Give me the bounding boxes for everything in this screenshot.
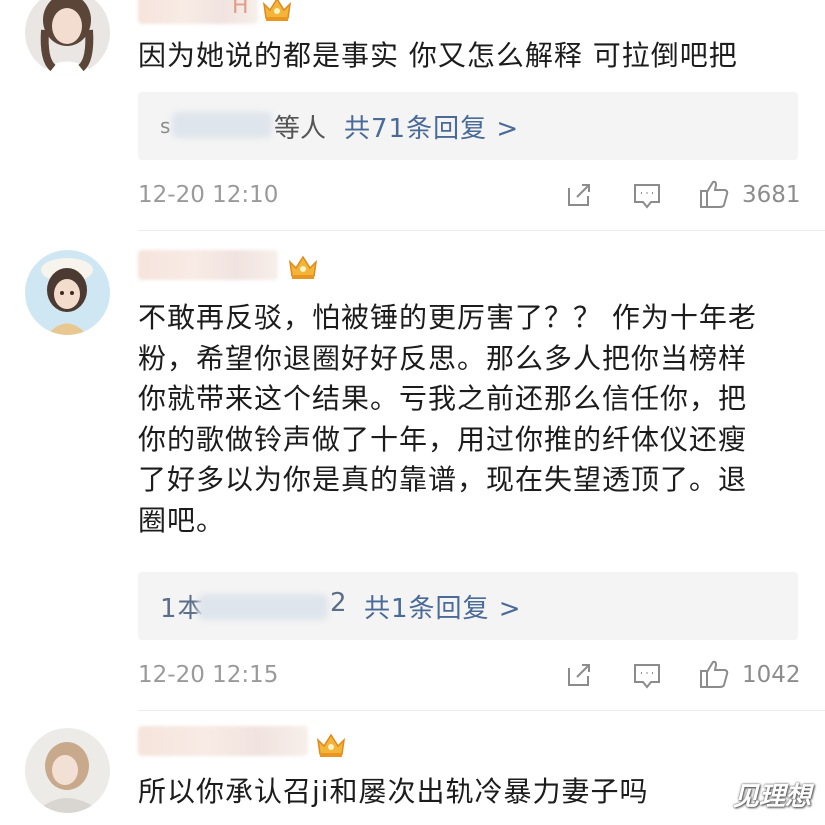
reply-user-suffix[interactable]: 2 [330, 588, 348, 618]
like-count: 3681 [742, 182, 801, 208]
reply-count-link[interactable]: 共71条回复 > [344, 108, 519, 145]
reply-count-link[interactable]: 共1条回复 > [364, 588, 522, 625]
comment-text-line: 圈吧。 [138, 503, 226, 537]
username-blurred[interactable] [138, 726, 308, 756]
comment-text: 所以你承认召ji和屡次出轨冷暴力妻子吗 [138, 775, 649, 808]
vip-crown-icon [316, 732, 346, 758]
comment-text: 因为她说的都是事实 你又怎么解释 可拉倒吧把 [138, 39, 738, 72]
thumbs-up-icon[interactable] [698, 178, 730, 210]
share-icon[interactable] [565, 662, 593, 688]
like-count: 1042 [742, 662, 801, 688]
watermark: 见理想 [732, 782, 811, 812]
comment-divider [138, 710, 825, 711]
comment-text-line: 了好多以为你是真的靠谱，现在失望透顶了。退 [138, 463, 748, 496]
comment-icon[interactable] [632, 182, 662, 210]
timestamp: 12-20 12:10 [138, 182, 279, 208]
comment-text: 不敢再反驳，怕被锤的更厉害了？？ 作为十年老 粉，希望你退圈好好反思。那么多人把… [138, 298, 798, 541]
share-icon[interactable] [565, 182, 593, 208]
vip-crown-icon [262, 0, 292, 22]
comment-text-line: 粉，希望你退圈好好反思。那么多人把你当榜样 [138, 341, 748, 375]
comment-icon[interactable] [632, 662, 662, 690]
reply-summary[interactable]: 1本 2 共1条回复 > [138, 572, 798, 640]
thumbs-up-icon[interactable] [698, 658, 730, 690]
timestamp: 12-20 12:15 [138, 662, 279, 688]
reply-user-blurred [172, 112, 272, 138]
vip-crown-icon [288, 254, 318, 280]
avatar[interactable] [25, 728, 110, 813]
comment-text-line: 你就带来这个结果。亏我之前还那么信任你，把 [138, 382, 748, 415]
reply-user-blurred [198, 594, 328, 620]
username-blurred[interactable] [138, 250, 278, 280]
comment-text-line: 不敢再反驳，怕被锤的更厉害了？？ 作为十年老 [138, 301, 757, 334]
reply-user-suffix: 等人 [274, 114, 327, 144]
reply-summary[interactable]: s 等人 共71条回复 > [138, 92, 798, 160]
comment-text-line: 你的歌做铃声做了十年，用过你推的纤体仪还瘦 [138, 422, 748, 456]
avatar[interactable] [25, 0, 110, 75]
reply-user-prefix[interactable]: s [160, 114, 170, 138]
username-visible[interactable]: H [232, 0, 250, 19]
avatar[interactable] [25, 250, 110, 335]
comment-divider [138, 230, 825, 231]
